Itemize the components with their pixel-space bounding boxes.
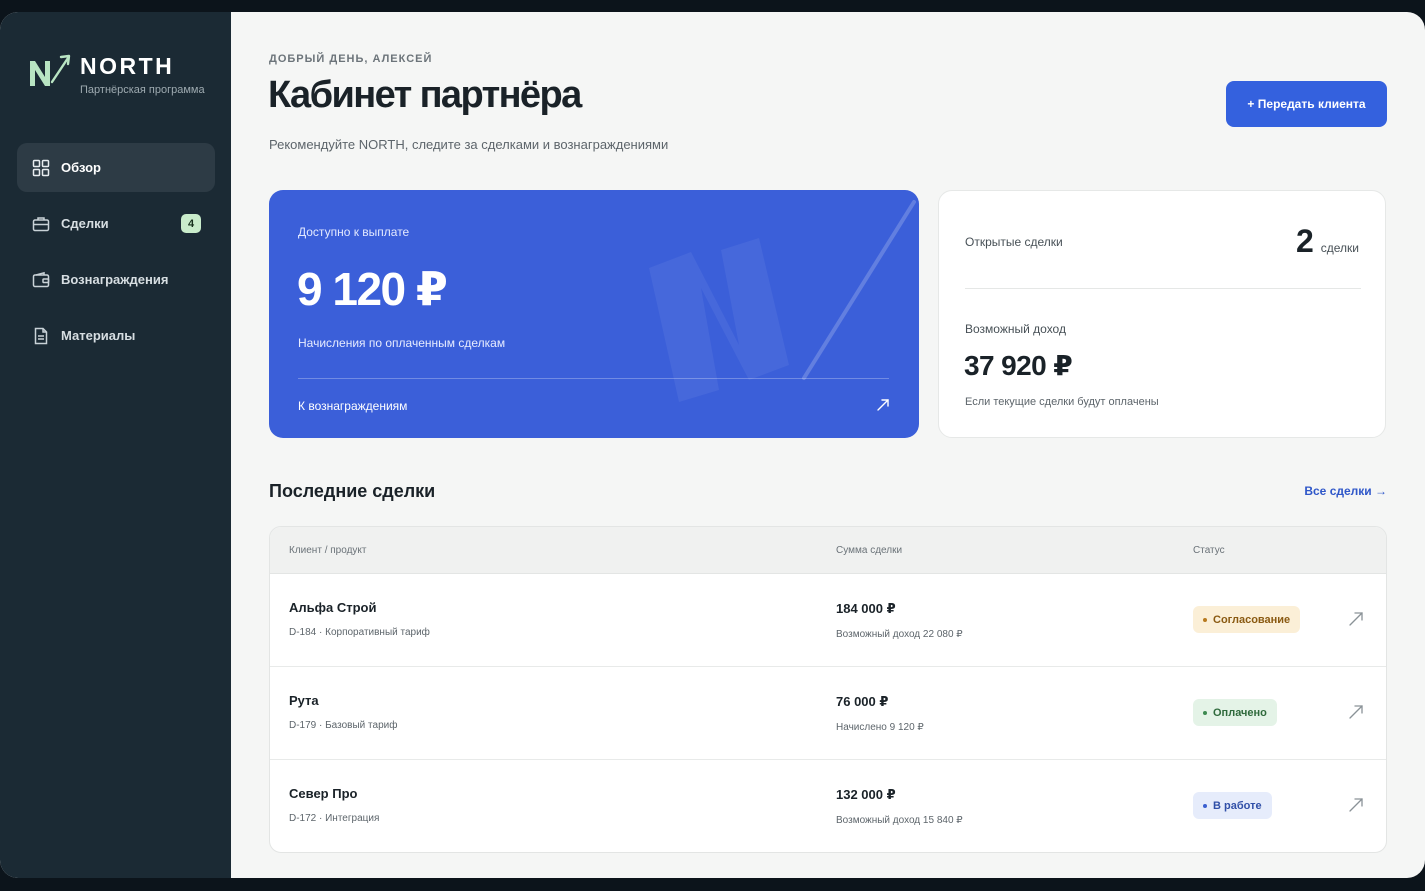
deal-meta: D-172 · Интеграция (289, 813, 380, 824)
sidebar-item-label: Вознаграждения (61, 272, 169, 287)
sidebar-item-rewards[interactable]: Вознаграждения (17, 255, 215, 304)
status-dot-icon (1203, 803, 1207, 808)
sidebar-nav: Обзор Сделки 4 Вознаграждения Материалы (17, 143, 215, 367)
status-dot-icon (1203, 617, 1207, 622)
deal-client: Рута (289, 693, 319, 708)
briefcase-icon (32, 215, 50, 233)
page-subtitle: Рекомендуйте NORTH, следите за сделками … (269, 137, 669, 152)
column-header-client: Клиент / продукт (289, 545, 367, 556)
open-deals-label: Открытые сделки (965, 235, 1063, 249)
sidebar: NORTH Партнёрская программа Обзор Сделки… (0, 12, 231, 878)
greeting: ДОБРЫЙ ДЕНЬ, АЛЕКСЕЙ (269, 53, 433, 65)
main-content: ДОБРЫЙ ДЕНЬ, АЛЕКСЕЙ Кабинет партнёра Ре… (231, 12, 1425, 878)
stats-card: Открытые сделки 2 сделки Возможный доход… (938, 190, 1386, 438)
arrow-up-right-icon[interactable] (875, 397, 891, 413)
column-header-status: Статус (1193, 545, 1225, 556)
sidebar-item-label: Обзор (61, 160, 101, 175)
sidebar-item-overview[interactable]: Обзор (17, 143, 215, 192)
sidebar-item-materials[interactable]: Материалы (17, 311, 215, 360)
recent-deals-title: Последние сделки (269, 481, 436, 501)
deal-meta: D-179 · Базовый тариф (289, 720, 398, 731)
sidebar-item-label: Сделки (61, 216, 109, 231)
sidebar-item-label: Материалы (61, 328, 136, 343)
divider (298, 378, 889, 379)
rewards-link[interactable]: К вознаграждениям (298, 399, 407, 413)
refer-client-button[interactable]: + Передать клиента (1226, 81, 1387, 127)
deal-meta: D-184 · Корпоративный тариф (289, 627, 430, 638)
deals-table: Клиент / продукт Сумма сделки Статус Аль… (269, 526, 1387, 853)
wallet-icon (32, 271, 50, 289)
deal-amount: 132 000 ₽ (836, 787, 896, 802)
deal-income: Возможный доход 15 840 ₽ (836, 815, 963, 826)
app-window: NORTH Партнёрская программа Обзор Сделки… (0, 12, 1425, 878)
payout-amount: 9 120 ₽ (297, 263, 448, 315)
payout-label: Доступно к выплате (298, 225, 410, 239)
deal-income: Возможный доход 22 080 ₽ (836, 629, 963, 640)
open-deals-count: 2 сделки (1296, 223, 1359, 260)
deal-client: Альфа Строй (289, 600, 377, 615)
page-title: Кабинет партнёра (268, 74, 582, 116)
potential-income-amount: 37 920 ₽ (964, 350, 1073, 381)
open-deals-unit: сделки (1320, 241, 1359, 255)
column-header-amount: Сумма сделки (836, 545, 903, 556)
status-badge: Оплачено (1193, 699, 1277, 726)
status-dot-icon (1203, 710, 1207, 715)
arrow-up-right-icon[interactable] (1347, 703, 1365, 721)
deals-count-badge: 4 (181, 214, 201, 233)
deal-income: Начислено 9 120 ₽ (836, 722, 924, 733)
status-text: Оплачено (1213, 706, 1267, 719)
grid-icon (32, 159, 50, 177)
potential-income-label: Возможный доход (965, 322, 1066, 336)
table-row[interactable]: Север Про D-172 · Интеграция 132 000 ₽ В… (270, 760, 1386, 852)
deal-client: Север Про (289, 786, 358, 801)
payout-note: Начисления по оплаченным сделкам (298, 336, 506, 350)
status-badge: Согласование (1193, 606, 1301, 633)
table-row[interactable]: Альфа Строй D-184 · Корпоративный тариф … (270, 574, 1386, 667)
north-logo-icon (30, 54, 71, 86)
status-text: Согласование (1213, 613, 1291, 626)
divider (965, 288, 1361, 289)
potential-income-note: Если текущие сделки будут оплачены (965, 396, 1159, 408)
all-deals-link[interactable]: Все сделки → (1304, 484, 1387, 498)
document-icon (32, 327, 50, 345)
open-deals-number: 2 (1295, 223, 1314, 259)
brand-subtitle: Партнёрская программа (80, 84, 205, 96)
brand-name: NORTH (80, 53, 175, 79)
deal-amount: 184 000 ₽ (836, 601, 896, 616)
arrow-up-right-icon[interactable] (1347, 796, 1365, 814)
brand: NORTH Партнёрская программа (28, 50, 218, 106)
status-text: В работе (1213, 799, 1262, 812)
sidebar-item-deals[interactable]: Сделки 4 (17, 199, 215, 248)
table-header: Клиент / продукт Сумма сделки Статус (270, 527, 1386, 574)
payout-card: Доступно к выплате 9 120 ₽ Начисления по… (269, 190, 919, 438)
deal-amount: 76 000 ₽ (836, 694, 889, 709)
status-badge: В работе (1193, 792, 1272, 819)
table-row[interactable]: Рута D-179 · Базовый тариф 76 000 ₽ Начи… (270, 667, 1386, 760)
arrow-up-right-icon[interactable] (1347, 610, 1365, 628)
